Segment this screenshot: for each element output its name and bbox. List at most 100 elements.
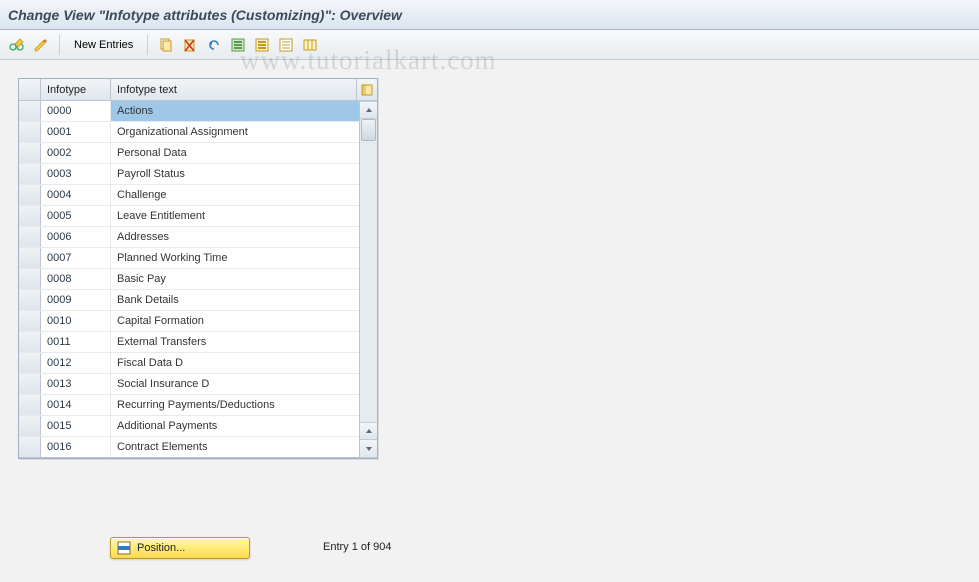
toolbar-separator xyxy=(147,35,148,55)
cell-infotype-text[interactable]: Additional Payments xyxy=(111,416,359,436)
cell-infotype-code[interactable]: 0002 xyxy=(41,143,111,163)
cell-infotype-code[interactable]: 0014 xyxy=(41,395,111,415)
table-row[interactable]: 0003Payroll Status xyxy=(19,164,359,185)
cell-infotype-code[interactable]: 0007 xyxy=(41,248,111,268)
row-selector[interactable] xyxy=(19,206,41,226)
row-selector[interactable] xyxy=(19,227,41,247)
deselect-all-button[interactable] xyxy=(275,34,297,56)
chevron-up-small-icon xyxy=(365,427,373,435)
cell-infotype-text[interactable]: Bank Details xyxy=(111,290,359,310)
cell-infotype-text[interactable]: Planned Working Time xyxy=(111,248,359,268)
row-selector[interactable] xyxy=(19,101,41,121)
table-header-text[interactable]: Infotype text xyxy=(111,79,357,100)
other-view-button[interactable] xyxy=(30,34,52,56)
cell-infotype-code[interactable]: 0001 xyxy=(41,122,111,142)
table-header-select-all[interactable] xyxy=(19,79,41,100)
content-area: Infotype Infotype text 0000Actions0001Or… xyxy=(0,60,979,459)
cell-infotype-text[interactable]: Payroll Status xyxy=(111,164,359,184)
cell-infotype-code[interactable]: 0010 xyxy=(41,311,111,331)
cell-infotype-text[interactable]: Fiscal Data D xyxy=(111,353,359,373)
cell-infotype-text[interactable]: Contract Elements xyxy=(111,437,359,457)
table-config-button[interactable] xyxy=(357,79,377,100)
cell-infotype-code[interactable]: 0003 xyxy=(41,164,111,184)
cell-infotype-text[interactable]: Leave Entitlement xyxy=(111,206,359,226)
cell-infotype-code[interactable]: 0015 xyxy=(41,416,111,436)
scroll-down-small-button[interactable] xyxy=(360,422,377,440)
row-selector[interactable] xyxy=(19,416,41,436)
row-selector[interactable] xyxy=(19,374,41,394)
table-row[interactable]: 0009Bank Details xyxy=(19,290,359,311)
cell-infotype-text[interactable]: Basic Pay xyxy=(111,269,359,289)
cell-infotype-code[interactable]: 0000 xyxy=(41,101,111,121)
new-entries-button[interactable]: New Entries xyxy=(67,34,140,56)
position-button-label: Position... xyxy=(137,542,185,554)
table-row[interactable]: 0015Additional Payments xyxy=(19,416,359,437)
cell-infotype-code[interactable]: 0013 xyxy=(41,374,111,394)
row-selector[interactable] xyxy=(19,437,41,457)
chevron-down-icon xyxy=(365,445,373,453)
cell-infotype-code[interactable]: 0016 xyxy=(41,437,111,457)
table-row[interactable]: 0012Fiscal Data D xyxy=(19,353,359,374)
vertical-scrollbar[interactable] xyxy=(359,101,377,458)
row-selector[interactable] xyxy=(19,143,41,163)
table-row[interactable]: 0000Actions xyxy=(19,101,359,122)
table-row[interactable]: 0011External Transfers xyxy=(19,332,359,353)
row-selector[interactable] xyxy=(19,164,41,184)
cell-infotype-text[interactable]: Social Insurance D xyxy=(111,374,359,394)
cell-infotype-code[interactable]: 0005 xyxy=(41,206,111,226)
table-row[interactable]: 0007Planned Working Time xyxy=(19,248,359,269)
cell-infotype-code[interactable]: 0009 xyxy=(41,290,111,310)
toolbar-separator xyxy=(59,35,60,55)
row-selector[interactable] xyxy=(19,269,41,289)
cell-infotype-text[interactable]: External Transfers xyxy=(111,332,359,352)
select-block-icon xyxy=(254,37,270,53)
delete-button[interactable] xyxy=(179,34,201,56)
table-row[interactable]: 0005Leave Entitlement xyxy=(19,206,359,227)
scroll-thumb[interactable] xyxy=(361,119,376,141)
row-selector[interactable] xyxy=(19,290,41,310)
table-row[interactable]: 0002Personal Data xyxy=(19,143,359,164)
toggle-display-change-button[interactable] xyxy=(6,34,28,56)
select-block-button[interactable] xyxy=(251,34,273,56)
table-row[interactable]: 0006Addresses xyxy=(19,227,359,248)
cell-infotype-text[interactable]: Challenge xyxy=(111,185,359,205)
table-row[interactable]: 0014Recurring Payments/Deductions xyxy=(19,395,359,416)
table-header-code[interactable]: Infotype xyxy=(41,79,111,100)
table-row[interactable]: 0013Social Insurance D xyxy=(19,374,359,395)
scroll-down-button[interactable] xyxy=(360,440,377,458)
cell-infotype-code[interactable]: 0004 xyxy=(41,185,111,205)
row-selector[interactable] xyxy=(19,248,41,268)
cell-infotype-text[interactable]: Organizational Assignment xyxy=(111,122,359,142)
table-body: 0000Actions0001Organizational Assignment… xyxy=(19,101,359,458)
row-selector[interactable] xyxy=(19,353,41,373)
cell-infotype-code[interactable]: 0012 xyxy=(41,353,111,373)
row-selector[interactable] xyxy=(19,332,41,352)
position-button[interactable]: Position... xyxy=(110,537,250,559)
table-row[interactable]: 0004Challenge xyxy=(19,185,359,206)
table-row[interactable]: 0008Basic Pay xyxy=(19,269,359,290)
cell-infotype-text[interactable]: Addresses xyxy=(111,227,359,247)
infotype-table: Infotype Infotype text 0000Actions0001Or… xyxy=(18,78,378,459)
row-selector[interactable] xyxy=(19,311,41,331)
cell-infotype-code[interactable]: 0006 xyxy=(41,227,111,247)
row-selector[interactable] xyxy=(19,185,41,205)
table-row[interactable]: 0001Organizational Assignment xyxy=(19,122,359,143)
scroll-up-button[interactable] xyxy=(360,101,377,119)
cell-infotype-text[interactable]: Capital Formation xyxy=(111,311,359,331)
select-all-icon xyxy=(230,37,246,53)
row-selector[interactable] xyxy=(19,395,41,415)
undo-change-button[interactable] xyxy=(203,34,225,56)
cell-infotype-text[interactable]: Recurring Payments/Deductions xyxy=(111,395,359,415)
scroll-track[interactable] xyxy=(360,119,377,422)
page-title: Change View "Infotype attributes (Custom… xyxy=(8,7,402,23)
copy-as-button[interactable] xyxy=(155,34,177,56)
cell-infotype-code[interactable]: 0011 xyxy=(41,332,111,352)
cell-infotype-text[interactable]: Actions xyxy=(111,101,359,121)
cell-infotype-text[interactable]: Personal Data xyxy=(111,143,359,163)
select-all-button[interactable] xyxy=(227,34,249,56)
cell-infotype-code[interactable]: 0008 xyxy=(41,269,111,289)
row-selector[interactable] xyxy=(19,122,41,142)
table-row[interactable]: 0010Capital Formation xyxy=(19,311,359,332)
table-row[interactable]: 0016Contract Elements xyxy=(19,437,359,458)
print-button[interactable] xyxy=(299,34,321,56)
